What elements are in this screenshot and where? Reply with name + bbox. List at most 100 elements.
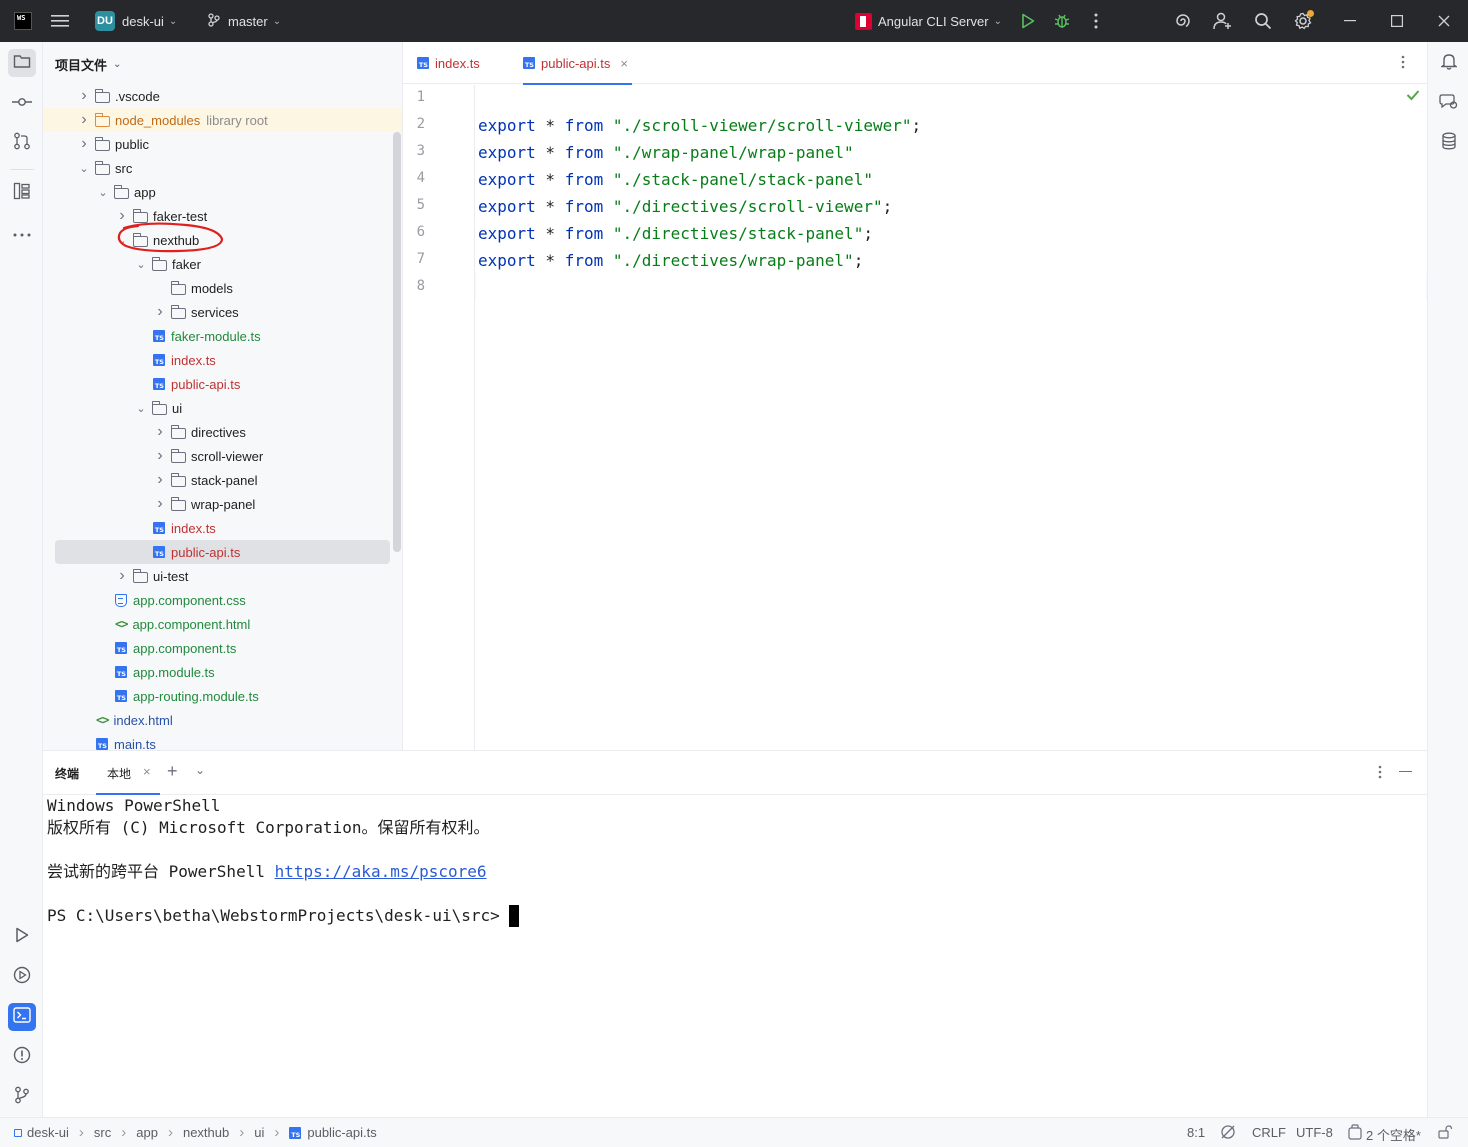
chevron-right-icon[interactable]: › bbox=[77, 111, 91, 129]
line-ending-selector[interactable]: CRLF bbox=[1252, 1125, 1286, 1140]
pull-requests-tool-button[interactable] bbox=[8, 129, 36, 157]
more-actions-button[interactable] bbox=[1086, 0, 1106, 42]
tree-item[interactable]: › .vscode bbox=[43, 84, 393, 108]
close-tab-icon[interactable]: × bbox=[620, 56, 628, 71]
breadcrumb-item[interactable]: nexthub bbox=[183, 1125, 229, 1140]
tree-item[interactable]: › services bbox=[43, 300, 393, 324]
project-scrollbar[interactable] bbox=[393, 132, 401, 552]
inspections-off-icon[interactable] bbox=[1220, 1124, 1236, 1143]
tab-public-api-ts[interactable]: TS public-api.ts × bbox=[523, 42, 632, 85]
tree-item[interactable]: <> index.html bbox=[43, 708, 393, 732]
breadcrumb-item[interactable]: src bbox=[94, 1125, 111, 1140]
chevron-right-icon[interactable]: › bbox=[153, 423, 167, 441]
minimize-panel-icon[interactable] bbox=[1399, 771, 1412, 773]
run-tool-button[interactable] bbox=[8, 923, 36, 951]
debug-button[interactable] bbox=[1052, 0, 1072, 42]
tree-item[interactable]: ⌄ app bbox=[43, 180, 393, 204]
tree-item-label: app bbox=[134, 184, 156, 200]
breadcrumb-item[interactable]: desk-ui bbox=[14, 1125, 69, 1140]
chevron-right-icon[interactable]: › bbox=[77, 87, 91, 105]
tree-item[interactable]: › ui-test bbox=[43, 564, 393, 588]
branch-selector[interactable]: master ⌄ bbox=[208, 0, 281, 42]
read-only-toggle-icon[interactable] bbox=[1438, 1125, 1453, 1142]
main-menu-logo[interactable]: WS bbox=[14, 0, 32, 42]
editor-tabs-menu-button[interactable] bbox=[1401, 55, 1405, 72]
notifications-tool-button[interactable] bbox=[1435, 49, 1463, 77]
tree-item[interactable]: › public bbox=[43, 132, 393, 156]
tree-item[interactable]: TS app.module.ts bbox=[43, 660, 393, 684]
encoding-selector[interactable]: UTF-8 bbox=[1296, 1125, 1333, 1140]
tree-item[interactable]: ⌄ src bbox=[43, 156, 393, 180]
chevron-right-icon[interactable]: › bbox=[153, 303, 167, 321]
breadcrumb-item[interactable]: ui bbox=[254, 1125, 264, 1140]
tree-item[interactable]: models bbox=[43, 276, 393, 300]
tree-item[interactable]: › node_modules library root bbox=[43, 108, 402, 132]
module-icon bbox=[14, 1128, 22, 1137]
chevron-right-icon: › bbox=[167, 1124, 173, 1141]
caret-position[interactable]: 8:1 bbox=[1187, 1125, 1205, 1140]
run-button[interactable] bbox=[1018, 0, 1038, 42]
tree-item[interactable]: TS public-api.ts bbox=[43, 372, 393, 396]
tree-item[interactable]: › directives bbox=[43, 420, 393, 444]
tree-item[interactable]: TS app.component.ts bbox=[43, 636, 393, 660]
code-operator: * bbox=[535, 170, 565, 189]
tree-item[interactable]: ⌄ faker bbox=[43, 252, 393, 276]
ai-assistant-button[interactable] bbox=[1173, 0, 1193, 42]
terminal-tab-local[interactable]: 本地 × bbox=[96, 751, 160, 795]
chevron-right-icon[interactable]: › bbox=[115, 567, 129, 585]
terminal-link[interactable]: https://aka.ms/pscore6 bbox=[275, 862, 487, 881]
new-terminal-plus-icon[interactable]: + bbox=[167, 761, 178, 782]
tree-item[interactable]: › scroll-viewer bbox=[43, 444, 393, 468]
tree-item[interactable]: ⌄ ui bbox=[43, 396, 393, 420]
chevron-down-icon[interactable]: ⌄ bbox=[134, 258, 148, 271]
search-button[interactable] bbox=[1253, 0, 1273, 42]
close-tab-icon[interactable]: × bbox=[143, 764, 151, 779]
minimize-button[interactable] bbox=[1340, 0, 1360, 42]
code-editor[interactable]: export * from "./scroll-viewer/scroll-vi… bbox=[476, 85, 1426, 750]
chevron-right-icon[interactable]: › bbox=[153, 495, 167, 513]
breadcrumb-item[interactable]: app bbox=[136, 1125, 158, 1140]
chevron-down-icon[interactable]: ⌄ bbox=[77, 162, 91, 175]
chevron-down-icon[interactable]: ⌄ bbox=[195, 763, 205, 777]
chevron-right-icon[interactable]: › bbox=[153, 447, 167, 465]
hamburger-menu-button[interactable] bbox=[50, 0, 70, 42]
maximize-button[interactable] bbox=[1387, 0, 1407, 42]
warning-circle-icon bbox=[13, 1046, 31, 1069]
chevron-down-icon[interactable]: ⌄ bbox=[134, 402, 148, 415]
indent-selector[interactable]: 2 个空格* bbox=[1366, 1125, 1421, 1144]
close-window-button[interactable] bbox=[1434, 0, 1454, 42]
tree-item[interactable]: › wrap-panel bbox=[43, 492, 393, 516]
git-tool-button[interactable] bbox=[8, 1083, 36, 1111]
run-config-selector[interactable]: Angular CLI Server ⌄ bbox=[855, 0, 1002, 42]
more-tools-button[interactable] bbox=[8, 219, 36, 247]
structure-tool-button[interactable] bbox=[8, 179, 36, 207]
project-selector[interactable]: DU desk-ui ⌄ bbox=[95, 0, 177, 42]
project-tool-button[interactable] bbox=[8, 49, 36, 77]
tree-item[interactable]: TS app-routing.module.ts bbox=[43, 684, 393, 708]
chevron-right-icon[interactable]: › bbox=[77, 135, 91, 153]
tree-item[interactable]: <> app.component.html bbox=[43, 612, 393, 636]
tree-item[interactable]: TS main.ts bbox=[43, 732, 393, 750]
terminal-output[interactable]: Windows PowerShell 版权所有 (C) Microsoft Co… bbox=[47, 795, 520, 927]
commit-tool-button[interactable] bbox=[8, 89, 36, 117]
add-user-button[interactable] bbox=[1213, 0, 1233, 42]
database-tool-button[interactable] bbox=[1435, 129, 1463, 157]
services-tool-button[interactable] bbox=[8, 963, 36, 991]
more-vertical-icon[interactable] bbox=[1378, 765, 1382, 782]
tab-index-ts[interactable]: TS index.ts bbox=[417, 42, 480, 84]
code-keyword: from bbox=[564, 224, 604, 243]
tree-item[interactable]: TS faker-module.ts bbox=[43, 324, 393, 348]
tree-item[interactable]: TS index.ts bbox=[43, 516, 393, 540]
project-view-selector[interactable]: 项目文件 ⌄ bbox=[55, 54, 121, 74]
chevron-right-icon[interactable]: › bbox=[153, 471, 167, 489]
chevron-down-icon[interactable]: ⌄ bbox=[96, 186, 110, 199]
tree-item[interactable]: TS index.ts bbox=[43, 348, 393, 372]
breadcrumb-item[interactable]: TS public-api.ts bbox=[289, 1125, 377, 1140]
ai-chat-tool-button[interactable] bbox=[1435, 89, 1463, 117]
problems-tool-button[interactable] bbox=[8, 1043, 36, 1071]
settings-button[interactable] bbox=[1293, 0, 1314, 42]
tree-item[interactable]: app.component.css bbox=[43, 588, 393, 612]
tree-item[interactable]: TS public-api.ts bbox=[55, 540, 390, 564]
terminal-tool-button[interactable] bbox=[8, 1003, 36, 1031]
tree-item[interactable]: › stack-panel bbox=[43, 468, 393, 492]
